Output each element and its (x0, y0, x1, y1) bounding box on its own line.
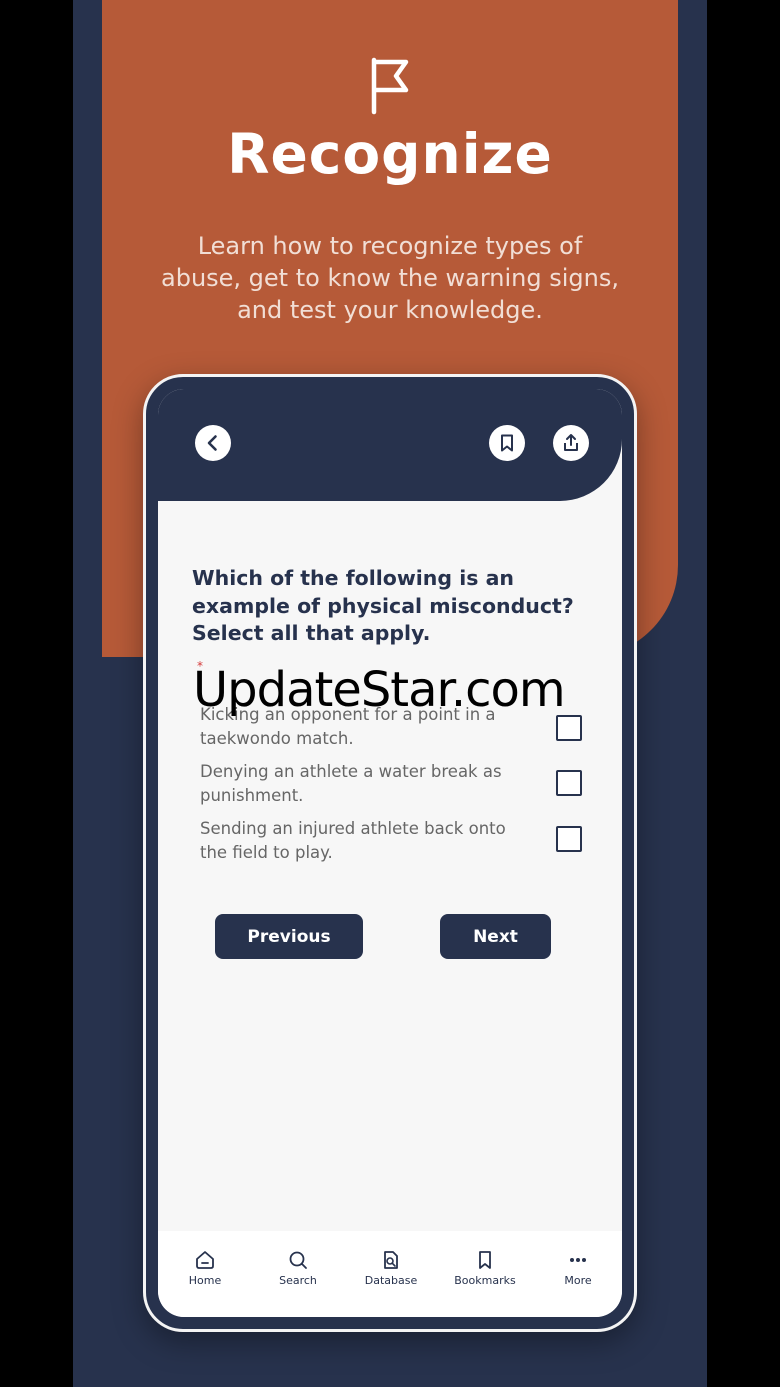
tab-label: Search (279, 1274, 317, 1287)
next-button[interactable]: Next (440, 914, 551, 959)
tab-label: Home (188, 1274, 222, 1287)
bookmark-icon (479, 1251, 491, 1269)
option-checkbox[interactable] (556, 715, 582, 741)
more-icon (570, 1258, 586, 1262)
option-label: Sending an injured athlete back onto the… (200, 819, 506, 862)
tab-more[interactable]: More (538, 1249, 618, 1287)
search-icon (289, 1251, 307, 1269)
hero-subtitle: Learn how to recognize types of abuse, g… (161, 232, 619, 324)
back-button[interactable] (195, 425, 231, 461)
bottom-tab-bar: Home Search Database Bookmarks More (158, 1231, 622, 1317)
previous-button[interactable]: Previous (215, 914, 363, 959)
share-button[interactable] (553, 425, 589, 461)
chevron-left-icon (207, 435, 217, 451)
bookmark-icon (501, 434, 513, 452)
bookmark-button[interactable] (489, 425, 525, 461)
tab-bookmarks[interactable]: Bookmarks (445, 1249, 525, 1287)
tab-search[interactable]: Search (258, 1249, 338, 1287)
option-checkbox[interactable] (556, 826, 582, 852)
tab-label: Database (364, 1274, 418, 1287)
watermark: UpdateStar.com (193, 662, 566, 718)
tab-label: Bookmarks (454, 1274, 516, 1287)
database-icon (384, 1251, 398, 1269)
tab-label: More (564, 1274, 592, 1287)
option-checkbox[interactable] (556, 770, 582, 796)
tab-home[interactable]: Home (165, 1249, 245, 1287)
share-icon (564, 434, 578, 451)
home-icon (196, 1251, 214, 1269)
tab-database[interactable]: Database (351, 1249, 431, 1287)
question-text: Which of the following is an example of … (192, 566, 574, 645)
hero-title: Recognize (227, 122, 553, 186)
flag-icon (371, 57, 409, 115)
phone-screen: Which of the following is an example of … (158, 389, 622, 1317)
option-label: Denying an athlete a water break as puni… (200, 762, 502, 805)
